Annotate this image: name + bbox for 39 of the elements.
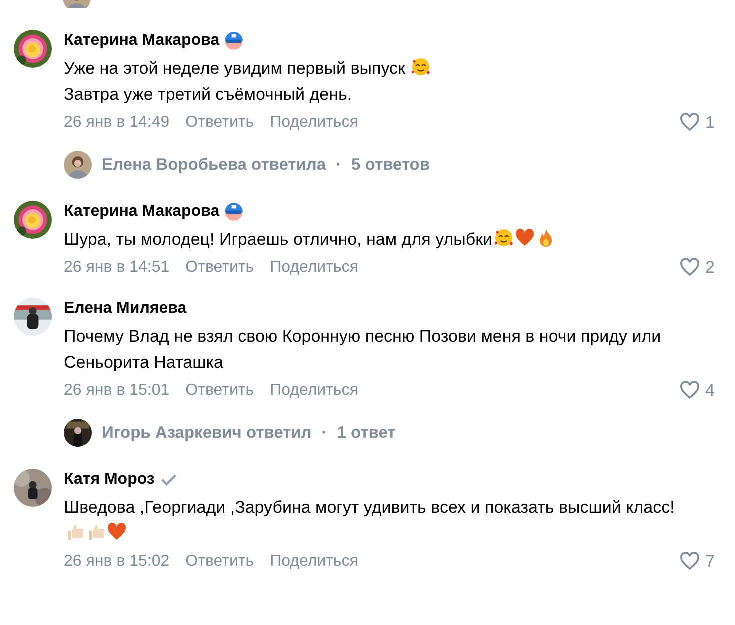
- comment-text: Уже на этой неделе увидим первый выпуск: [64, 59, 406, 78]
- author-name[interactable]: Елена Миляева: [64, 298, 187, 320]
- author-name[interactable]: Катерина Макарова: [64, 201, 220, 223]
- share-link[interactable]: Поделиться: [270, 258, 358, 278]
- heart-icon: [514, 228, 535, 248]
- replies-count[interactable]: 1 ответ: [337, 420, 396, 446]
- comment-date: 26 янв в 15:01: [64, 381, 170, 401]
- mask-badge-icon: [224, 202, 244, 222]
- smiling-face-with-hearts-icon: [411, 57, 432, 77]
- comment-text: Шведова ,Георгиади ,Зарубина могут удивить всех и показать высший класс!: [64, 498, 675, 517]
- replies-link[interactable]: Игорь Азаркевич ответил: [102, 420, 312, 446]
- author-name[interactable]: Катерина Макарова: [64, 30, 220, 52]
- comment-text: Почему Влад не взял свою Коронную песню Позови меня в ночи приду или Сеньорита Наташка: [64, 327, 662, 372]
- like-button[interactable]: 1: [680, 113, 715, 133]
- separator-dot: ·: [336, 154, 342, 176]
- like-button[interactable]: 7: [680, 552, 715, 572]
- share-link[interactable]: Поделиться: [270, 381, 358, 401]
- heart-icon: [107, 522, 127, 542]
- smiling-face-with-hearts-icon: [494, 228, 514, 248]
- comment-text: Шура, ты молодец! Играешь отлично, нам для улыбки: [64, 230, 493, 249]
- comment-date: 26 янв в 14:51: [64, 258, 170, 278]
- mask-badge-icon: [224, 31, 244, 51]
- replies-link[interactable]: Елена Воробьева ответила: [102, 152, 326, 178]
- like-button[interactable]: 2: [680, 258, 715, 278]
- author-name[interactable]: Катя Мороз: [64, 469, 155, 491]
- comment-date: 26 янв в 14:49: [64, 113, 170, 133]
- replies-count[interactable]: 5 ответов: [352, 152, 430, 178]
- reply-link[interactable]: Ответить: [186, 552, 254, 572]
- thumbs-up-icon: [86, 522, 106, 542]
- comment-date: 26 янв в 15:02: [64, 552, 170, 572]
- like-button[interactable]: 4: [680, 381, 715, 401]
- reply-link[interactable]: Ответить: [186, 258, 254, 278]
- share-link[interactable]: Поделиться: [270, 113, 358, 133]
- reply-link[interactable]: Ответить: [186, 381, 254, 401]
- separator-dot: ·: [322, 422, 328, 444]
- thumbs-up-icon: [65, 522, 85, 542]
- comment-text: Завтра уже третий съёмочный день.: [64, 85, 352, 104]
- reply-link[interactable]: Ответить: [186, 113, 254, 133]
- share-link[interactable]: Поделиться: [270, 552, 358, 572]
